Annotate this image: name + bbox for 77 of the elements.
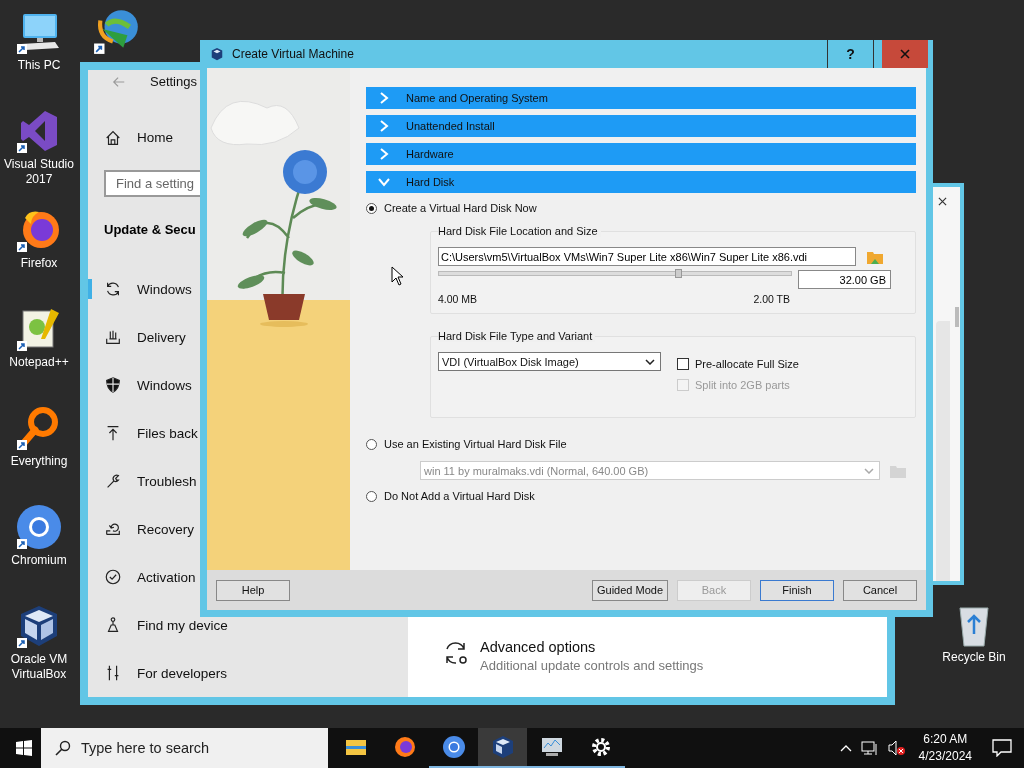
desktop-icon-label[interactable]: Notepad++ <box>9 355 69 370</box>
slider-min-label: 4.00 MB <box>438 293 478 305</box>
chevron-right-icon <box>378 92 390 104</box>
section-header[interactable]: Unattended Install <box>366 115 916 137</box>
scrollbar[interactable] <box>955 307 959 327</box>
sidebar-item[interactable]: Windows <box>88 265 194 313</box>
sync-icon <box>104 280 122 298</box>
monitor-icon[interactable] <box>539 735 564 759</box>
network-icon[interactable] <box>860 740 879 756</box>
sidebar-item[interactable]: Delivery <box>88 313 188 361</box>
desktop-icon-label[interactable]: Recycle Bin <box>942 650 1006 665</box>
size-field[interactable]: 32.00 GB <box>798 270 891 289</box>
chevron-down-icon <box>378 176 390 188</box>
file-path-field[interactable]: C:\Users\vm5\VirtualBox VMs\Win7 Super Lite x86\Win7 Super Lite x86.vdi <box>438 247 856 266</box>
dialog-button[interactable]: Cancel <box>843 579 917 601</box>
search-icon[interactable] <box>55 740 71 756</box>
sidebar-item[interactable]: Files back <box>88 409 200 457</box>
wrench-icon <box>104 472 122 490</box>
desktop-icon-label[interactable]: Chromium <box>11 553 67 568</box>
recovery-icon <box>104 520 122 538</box>
taskbar-button[interactable] <box>478 728 527 768</box>
notification-icon[interactable] <box>992 739 1012 757</box>
radio-button[interactable]: Do Not Add a Virtual Hard Disk <box>366 487 916 505</box>
mouse-pointer-icon <box>391 266 403 286</box>
dialog-button[interactable]: Finish <box>760 579 834 601</box>
option-title[interactable]: Advanced options <box>480 639 704 655</box>
start-icon[interactable] <box>16 740 32 756</box>
search-placeholder[interactable]: Type here to search <box>81 740 210 756</box>
browser-icon[interactable] <box>441 735 466 759</box>
sidebar-item[interactable]: Troublesh <box>88 457 199 505</box>
section-header[interactable]: Name and Operating System <box>366 87 916 109</box>
app-shortcut-icon[interactable] <box>15 503 63 551</box>
help-button[interactable]: Help <box>216 579 290 601</box>
group-title: Hard Disk File Type and Variant <box>438 330 596 342</box>
section-header[interactable]: Hardware <box>366 143 916 165</box>
desktop-icon-label[interactable]: Oracle VM VirtualBox <box>1 652 77 682</box>
chevron-up-icon[interactable] <box>839 744 852 752</box>
sidebar-item[interactable]: For developers <box>88 649 230 697</box>
radio-button[interactable]: Use an Existing Virtual Hard Disk File <box>366 435 916 453</box>
search-field[interactable]: Type here to search <box>41 728 328 768</box>
clock-date[interactable]: 4/23/2024 <box>918 748 972 765</box>
delivery-icon <box>104 328 122 346</box>
format-dropdown[interactable]: VDI (VirtualBox Disk Image) <box>438 352 661 371</box>
shield-icon <box>104 376 122 394</box>
chevron-right-icon <box>378 148 390 160</box>
close-icon[interactable] <box>938 197 947 206</box>
volume-muted-icon[interactable] <box>887 740 906 756</box>
desktop-icon-label[interactable]: Visual Studio 2017 <box>1 157 77 187</box>
desktop-icon-label[interactable]: Firefox <box>20 256 58 271</box>
sidebar-item[interactable]: Find my device <box>88 601 230 649</box>
window-title: Create Virtual Machine <box>232 47 355 61</box>
cube-icon <box>210 47 224 61</box>
sidebar-item[interactable]: Activation <box>88 553 198 601</box>
sidebar-item[interactable]: Home <box>88 113 175 162</box>
clock-time[interactable]: 6:20 AM <box>923 731 968 748</box>
section-heading: Update & Secu <box>103 221 196 239</box>
checkbox[interactable]: Pre-allocate Full Size <box>677 358 799 370</box>
check-circle-icon <box>104 568 122 586</box>
slider-max-label: 2.00 TB <box>753 293 790 305</box>
search-field[interactable]: Find a setting <box>104 169 200 197</box>
desktop-icon-label[interactable]: Everything <box>10 454 68 469</box>
chevron-right-icon <box>378 120 390 132</box>
help-button[interactable]: ? <box>827 40 874 68</box>
sidebar-item[interactable]: Windows <box>88 361 194 409</box>
close-button[interactable] <box>882 40 928 68</box>
group-title: Hard Disk File Location and Size <box>438 225 601 237</box>
size-slider[interactable] <box>438 271 792 276</box>
home-icon <box>104 128 122 147</box>
browser-icon[interactable] <box>392 735 417 759</box>
desktop-icon-label[interactable]: This PC <box>17 58 61 73</box>
radio-button[interactable]: Create a Virtual Hard Disk Now <box>366 199 916 217</box>
option-description: Additional update controls and settings <box>480 658 704 673</box>
cube-icon[interactable] <box>490 735 515 759</box>
sidebar-item[interactable]: Recovery <box>88 505 197 553</box>
dialog-button[interactable]: Guided Mode <box>591 579 668 601</box>
section-header[interactable]: Hard Disk <box>366 171 916 193</box>
window-title: Settings <box>150 74 197 90</box>
